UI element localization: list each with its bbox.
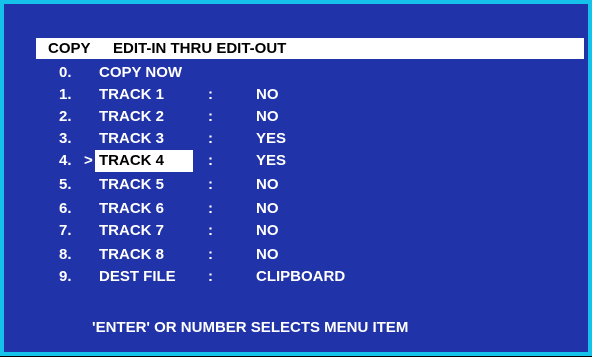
title-range-label: EDIT-IN THRU EDIT-OUT bbox=[113, 40, 287, 57]
menu-item-track-7[interactable]: 7. TRACK 7 : NO bbox=[4, 220, 564, 242]
menu-item-number: 7. bbox=[59, 222, 72, 239]
menu-item-value: NO bbox=[256, 176, 279, 193]
menu-item-dest-file[interactable]: 9. DEST FILE : CLIPBOARD bbox=[4, 266, 564, 288]
menu-item-number: 3. bbox=[59, 130, 72, 147]
selection-cursor: > bbox=[84, 152, 93, 169]
instruction-hint-text: 'ENTER' OR NUMBER SELECTS MENU ITEM bbox=[92, 319, 409, 336]
menu-item-value: NO bbox=[256, 200, 279, 217]
menu-item-number: 6. bbox=[59, 200, 72, 217]
menu-item-number: 2. bbox=[59, 108, 72, 125]
menu-item-separator: : bbox=[208, 130, 213, 147]
menu-item-separator: : bbox=[208, 246, 213, 263]
menu-item-label: TRACK 5 bbox=[99, 176, 165, 193]
menu-item-track-1[interactable]: 1. TRACK 1 : NO bbox=[4, 84, 564, 106]
menu-item-value: NO bbox=[256, 222, 279, 239]
menu-item-separator: : bbox=[208, 86, 213, 103]
menu-item-value: NO bbox=[256, 86, 279, 103]
menu-item-value: YES bbox=[256, 130, 287, 147]
menu-item-separator: : bbox=[208, 268, 213, 285]
menu-item-value: YES bbox=[256, 152, 287, 169]
menu-item-separator: : bbox=[208, 108, 213, 125]
menu-item-label: TRACK 7 bbox=[99, 222, 165, 239]
menu-item-separator: : bbox=[208, 222, 213, 239]
menu-item-separator: : bbox=[208, 152, 213, 169]
menu-item-label-highlighted: TRACK 4 bbox=[95, 150, 193, 172]
menu-item-label: TRACK 8 bbox=[99, 246, 165, 263]
title-copy-label: COPY bbox=[48, 40, 91, 57]
menu-item-track-6[interactable]: 6. TRACK 6 : NO bbox=[4, 198, 564, 220]
menu-item-number: 4. bbox=[59, 152, 72, 169]
menu-item-separator: : bbox=[208, 176, 213, 193]
menu-item-number: 8. bbox=[59, 246, 72, 263]
menu-item-value: CLIPBOARD bbox=[256, 268, 346, 285]
menu-item-separator: : bbox=[208, 200, 213, 217]
menu-item-number: 0. bbox=[59, 64, 72, 81]
menu-item-label: TRACK 6 bbox=[99, 200, 165, 217]
menu-item-value: NO bbox=[256, 108, 279, 125]
menu-item-number: 1. bbox=[59, 86, 72, 103]
menu-item-track-5[interactable]: 5. TRACK 5 : NO bbox=[4, 174, 564, 196]
menu-item-value: NO bbox=[256, 246, 279, 263]
menu-item-label: COPY NOW bbox=[99, 64, 183, 81]
menu-item-copy-now[interactable]: 0. COPY NOW bbox=[4, 62, 564, 84]
copy-menu-screen: COPY EDIT-IN THRU EDIT-OUT 0. COPY NOW 1… bbox=[0, 0, 592, 357]
menu-title-bar: COPY EDIT-IN THRU EDIT-OUT bbox=[36, 38, 584, 59]
menu-item-track-3[interactable]: 3. TRACK 3 : YES bbox=[4, 128, 564, 150]
menu-item-number: 9. bbox=[59, 268, 72, 285]
menu-item-label: TRACK 1 bbox=[99, 86, 165, 103]
menu-item-label: TRACK 2 bbox=[99, 108, 165, 125]
menu-item-number: 5. bbox=[59, 176, 72, 193]
menu-item-track-8[interactable]: 8. TRACK 8 : NO bbox=[4, 244, 564, 266]
menu-item-track-2[interactable]: 2. TRACK 2 : NO bbox=[4, 106, 564, 128]
menu-item-track-4[interactable]: 4. > TRACK 4 : YES bbox=[4, 150, 564, 172]
menu-item-label: TRACK 3 bbox=[99, 130, 165, 147]
menu-item-label: DEST FILE bbox=[99, 268, 176, 285]
